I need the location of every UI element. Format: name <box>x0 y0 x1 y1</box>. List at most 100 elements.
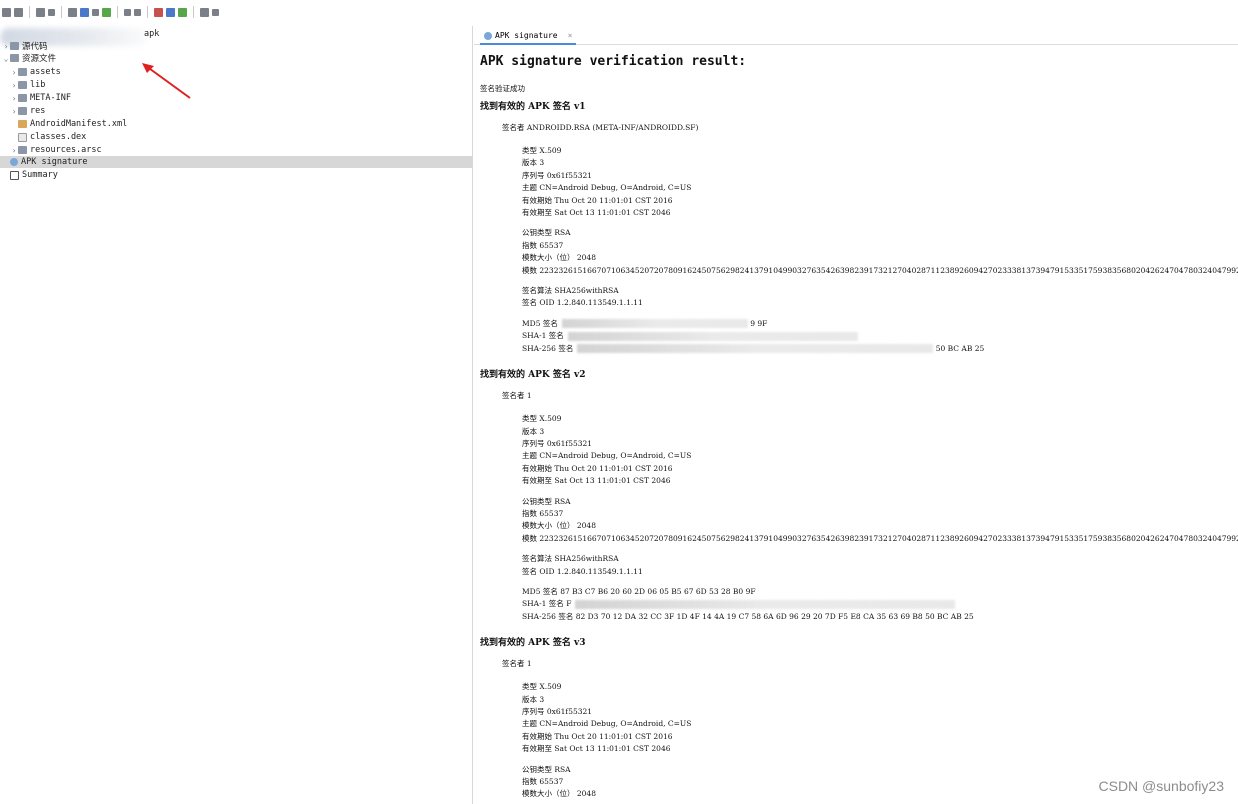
deobfuscation-icon[interactable] <box>154 7 163 17</box>
tree-root-apk[interactable]: apk <box>144 28 159 40</box>
key-info-v2: 公钥类型 RSA 指数 65537 模数大小（位） 2048 模数 223232… <box>522 496 1238 546</box>
chevron-right-icon[interactable]: › <box>10 94 18 103</box>
chevron-right-icon[interactable]: › <box>2 42 10 51</box>
key-modulus: 模数 2232326151667071063452072078091624507… <box>522 533 1238 543</box>
result-title: APK signature verification result: <box>480 54 747 69</box>
tree-item-assets[interactable]: › assets <box>10 66 61 78</box>
tree-item-label: 资源文件 <box>22 54 57 64</box>
log-icon[interactable] <box>166 7 175 17</box>
tree-item-lib[interactable]: › lib <box>10 79 46 91</box>
hash-label: MD5 签名 <box>522 318 558 328</box>
folder-icon <box>18 81 27 89</box>
cert-valid-to: 有效期至 Sat Oct 13 11:01:01 CST 2046 <box>522 208 671 218</box>
chevron-right-icon[interactable]: › <box>10 146 18 155</box>
tree-item-apk-signature[interactable]: APK signature <box>0 156 472 168</box>
tree-item-label: lib <box>30 80 46 90</box>
hash-label: SHA-1 签名 <box>522 599 564 609</box>
toolbar-separator <box>29 6 30 18</box>
folder-icon <box>18 107 27 115</box>
tab-label: APK signature <box>495 31 558 40</box>
hash-sha1: SHA-1 签名 F <box>522 598 1238 610</box>
watermark: CSDN @sunbofiy23 <box>1098 778 1225 794</box>
tree-item-label: classes.dex <box>30 132 87 142</box>
tree-item-res[interactable]: › res <box>10 105 46 117</box>
cert-type: 类型 X.509 <box>522 146 562 155</box>
back-icon[interactable] <box>124 8 131 16</box>
cert-subject: 主题 CN=Android Debug, O=Android, C=US <box>522 183 692 193</box>
key-type: 公钥类型 RSA <box>522 496 571 506</box>
cert-subject: 主题 CN=Android Debug, O=Android, C=US <box>522 719 692 729</box>
algorithm-info-v2: 签名算法 SHA256withRSA 签名 OID 1.2.840.113549… <box>522 553 1238 578</box>
key-info-v1: 公钥类型 RSA 指数 65537 模数大小（位） 2048 模数 223232… <box>522 227 1238 277</box>
tab-bar: APK signature × <box>474 26 1238 45</box>
tree-item-label: res <box>30 106 46 116</box>
summary-icon <box>10 170 19 180</box>
tree-item-android-manifest[interactable]: AndroidManifest.xml <box>10 118 127 130</box>
chevron-right-icon[interactable]: › <box>10 107 18 116</box>
open-file-icon[interactable] <box>2 7 11 17</box>
folder-icon <box>18 94 27 102</box>
package-icon <box>10 42 19 50</box>
flatten-icon[interactable] <box>80 7 89 17</box>
cert-valid-to: 有效期至 Sat Oct 13 11:01:01 CST 2046 <box>522 744 671 754</box>
cert-version: 版本 3 <box>522 694 545 704</box>
hash-label: SHA-1 签名 <box>522 331 564 341</box>
tree-icon[interactable] <box>92 8 99 16</box>
cert-type: 类型 X.509 <box>522 682 562 692</box>
tree-item-classes-dex[interactable]: classes.dex <box>10 131 86 143</box>
close-icon[interactable]: × <box>568 31 573 40</box>
hash-tail: 9 9F <box>750 318 768 328</box>
chevron-right-icon[interactable]: › <box>10 68 18 77</box>
tree-item-meta-inf[interactable]: › META-INF <box>10 92 71 104</box>
chevron-down-icon[interactable]: ⌄ <box>2 54 10 63</box>
wrench-icon[interactable] <box>212 8 219 16</box>
hashes-v2: MD5 签名 87 B3 C7 B6 20 60 2D 06 05 B5 67 … <box>522 586 1238 623</box>
sync-icon[interactable] <box>68 7 77 17</box>
cert-info-v2: 类型 X.509 版本 3 序列号 0x61f55321 主题 CN=Andro… <box>522 413 1238 487</box>
annotation-arrow <box>142 63 191 99</box>
folder-icon <box>18 68 27 76</box>
hash-md5: MD5 签名 87 B3 C7 B6 20 60 2D 06 05 B5 67 … <box>522 586 1238 598</box>
signer-v1: 签名者 ANDROIDD.RSA (META-INF/ANDROIDD.SF) <box>502 123 699 132</box>
key-size: 模数大小（位） 2048 <box>522 253 596 263</box>
tab-apk-signature[interactable]: APK signature × <box>480 28 577 45</box>
save-icon[interactable] <box>36 7 45 17</box>
folder-icon <box>10 54 19 62</box>
hash-md5: MD5 签名 9 9F <box>522 318 1238 330</box>
tree-item-summary[interactable]: Summary <box>10 169 58 181</box>
export-icon[interactable] <box>48 8 55 16</box>
tree-item-resources[interactable]: ⌄ 资源文件 <box>2 52 57 65</box>
toolbar-separator <box>147 6 148 18</box>
tree-item-source-code[interactable]: › 源代码 <box>2 40 48 53</box>
hash-label: SHA-256 签名 <box>522 611 574 621</box>
chevron-right-icon[interactable]: › <box>10 81 18 90</box>
forward-icon[interactable] <box>134 8 141 16</box>
verification-status: 签名验证成功 <box>480 84 525 93</box>
tree-item-resources-arsc[interactable]: › resources.arsc <box>10 144 102 156</box>
section-heading-v3: 找到有效的 APK 签名 v3 <box>480 638 586 649</box>
hash-label: MD5 签名 <box>522 586 558 596</box>
editor-panel: APK signature × APK signature verificati… <box>474 26 1238 804</box>
run-icon[interactable] <box>178 7 187 17</box>
tree-item-label: AndroidManifest.xml <box>30 119 128 129</box>
preferences-icon[interactable] <box>200 7 209 17</box>
cert-subject: 主题 CN=Android Debug, O=Android, C=US <box>522 451 692 461</box>
redacted-hash <box>561 319 748 329</box>
search-icon[interactable] <box>102 7 111 17</box>
toolbar <box>0 0 302 24</box>
cert-info-v3: 类型 X.509 版本 3 序列号 0x61f55321 主题 CN=Andro… <box>522 681 1238 755</box>
hash-tail: F <box>566 599 572 609</box>
tree-item-label: assets <box>30 67 61 77</box>
redacted-hash <box>577 344 934 354</box>
toolbar-separator <box>117 6 118 18</box>
signature-oid: 签名 OID 1.2.840.113549.1.1.11 <box>522 298 643 308</box>
cert-type: 类型 X.509 <box>522 414 562 424</box>
cert-serial: 序列号 0x61f55321 <box>522 707 593 716</box>
apk-file-suffix: apk <box>144 29 160 39</box>
cert-version: 版本 3 <box>522 158 545 168</box>
add-files-icon[interactable] <box>14 7 23 17</box>
dex-file-icon <box>18 132 27 142</box>
algorithm-info-v1: 签名算法 SHA256withRSA 签名 OID 1.2.840.113549… <box>522 285 1238 310</box>
toolbar-separator <box>193 6 194 18</box>
key-exponent: 指数 65537 <box>522 240 564 250</box>
